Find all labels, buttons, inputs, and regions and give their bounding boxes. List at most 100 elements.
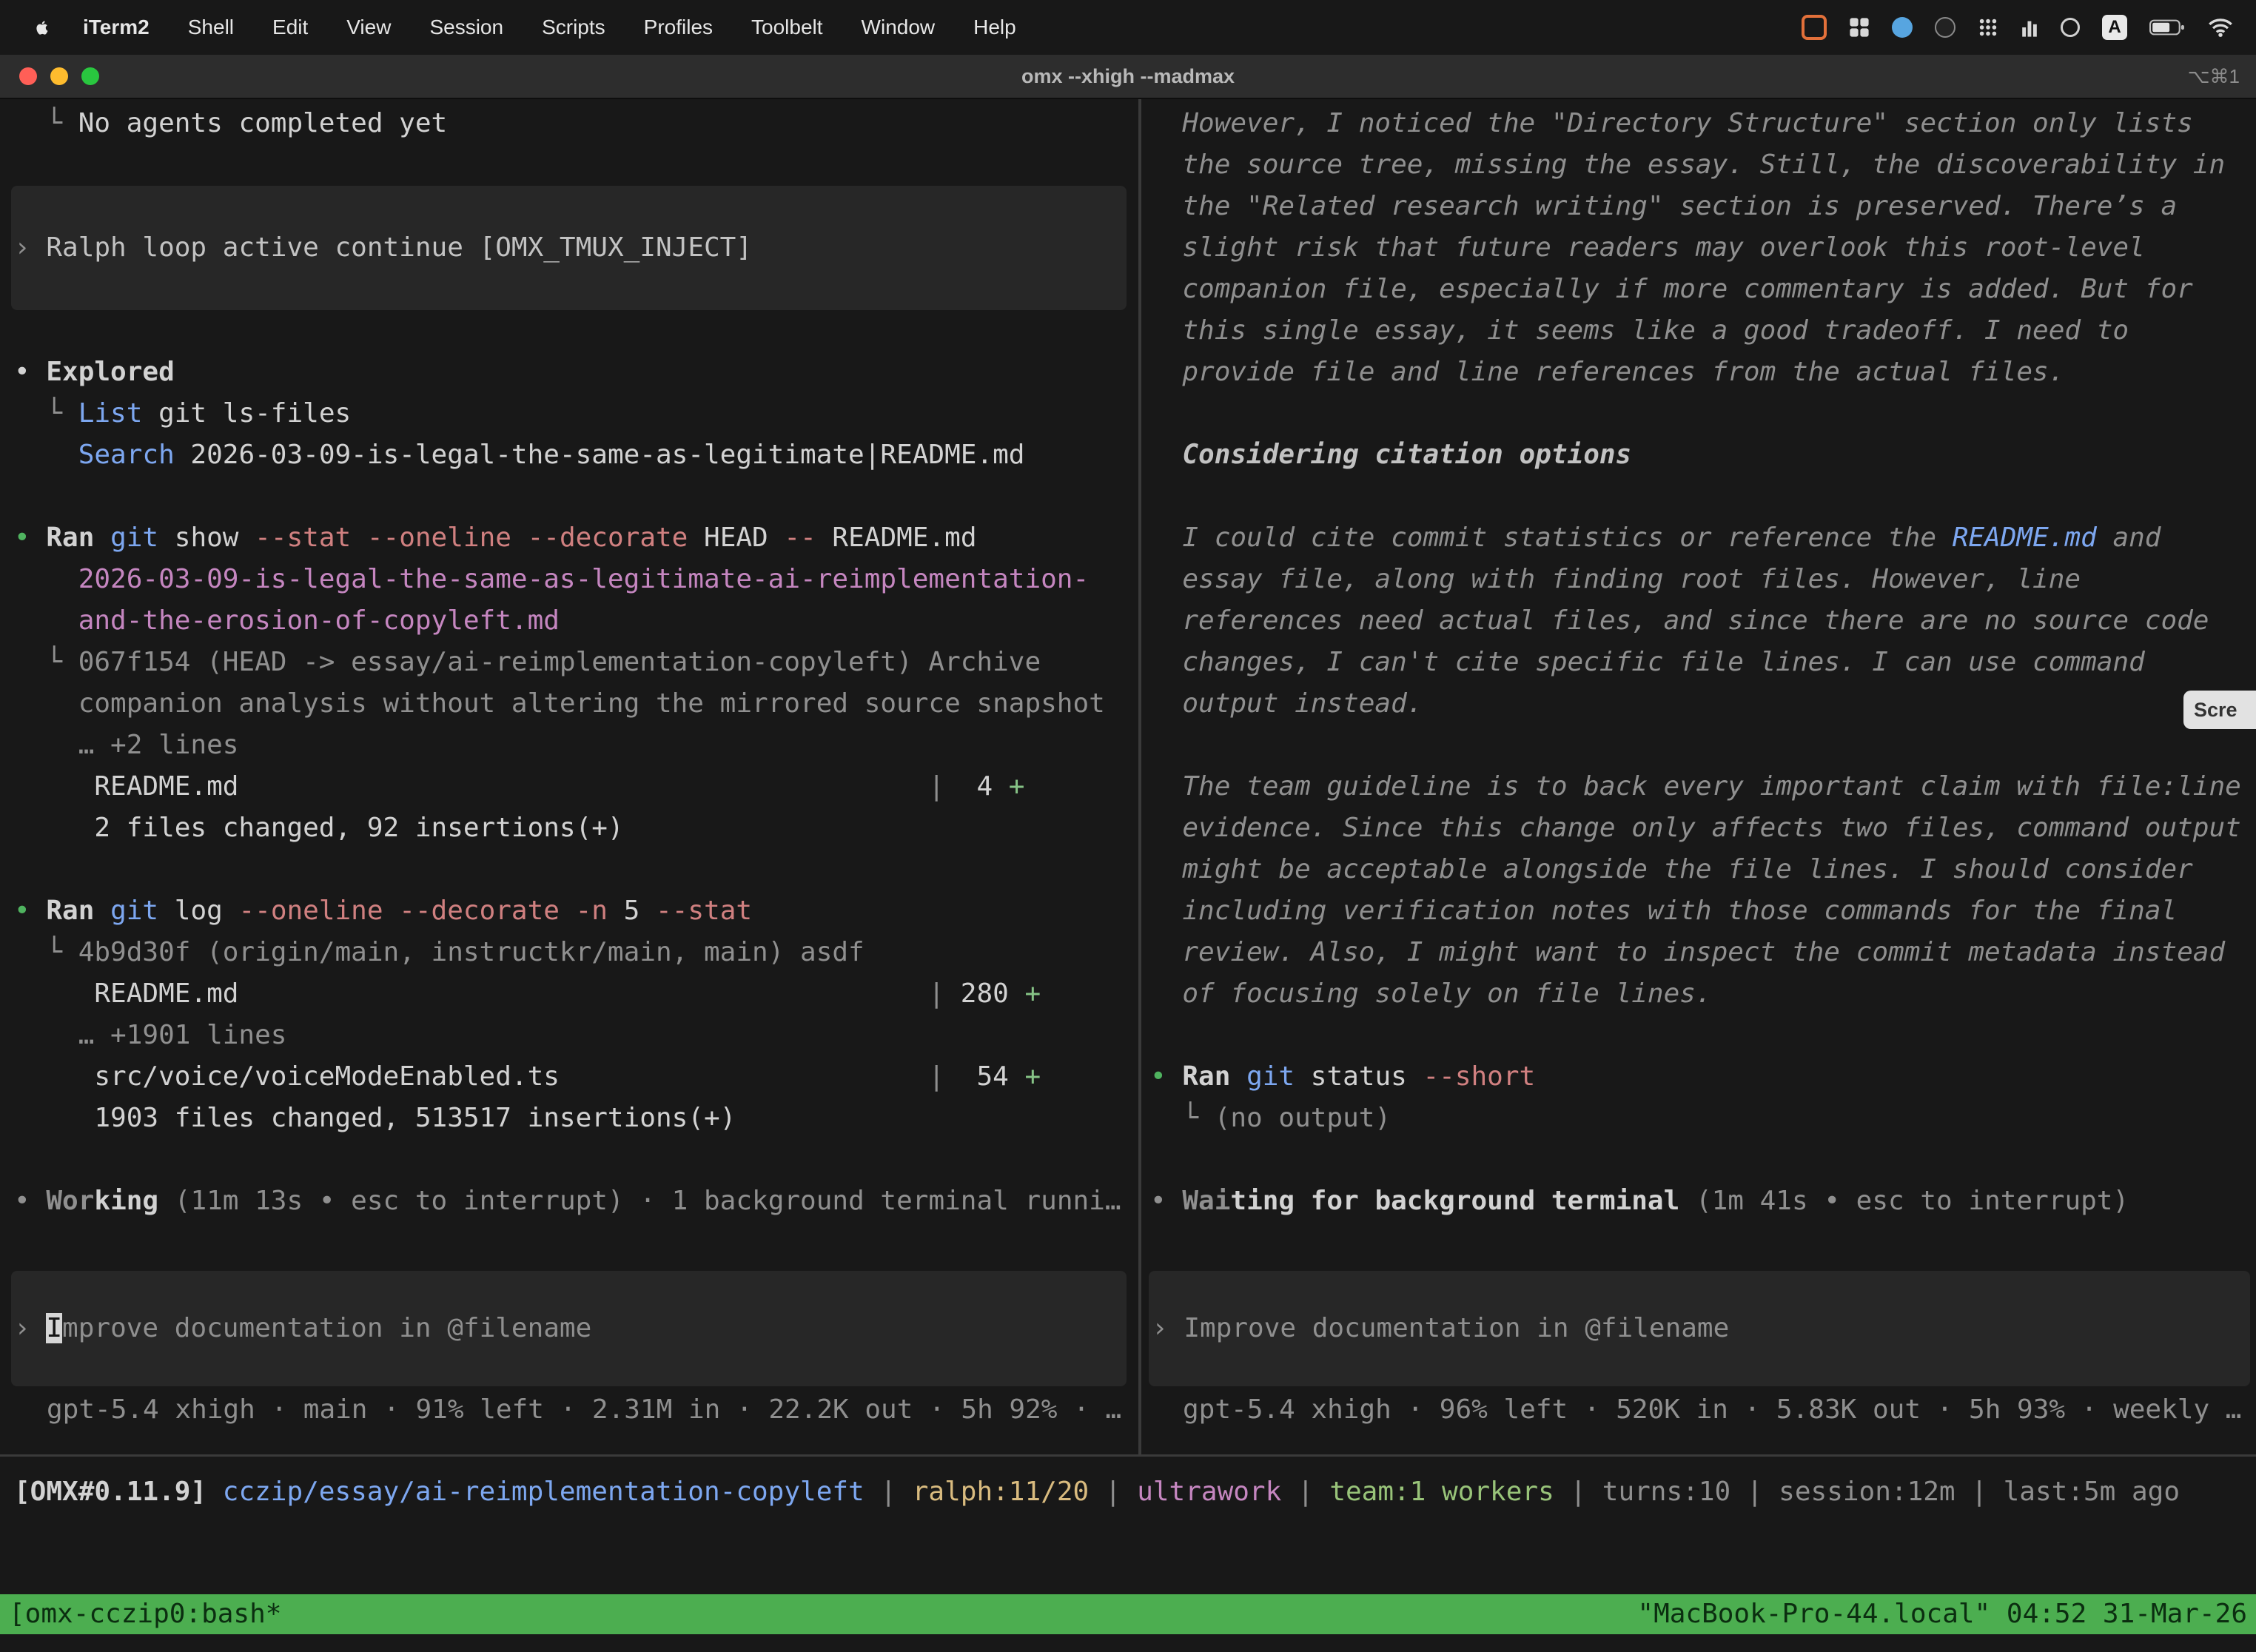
menu-iterm2[interactable]: iTerm2 [83,16,150,39]
left-prompt-box[interactable]: › Improve documentation in @filename [11,1271,1127,1386]
right-prompt-box[interactable]: › Improve documentation in @filename [1149,1271,2250,1386]
traffic-lights [19,55,99,98]
input-source-icon[interactable]: A [2102,15,2127,40]
terminal-line: references need actual files, and since … [1150,600,2256,642]
terminal: └ No agents completed yet › Ralph loop a… [0,99,2256,1652]
menu-profiles[interactable]: Profiles [644,16,713,39]
terminal-line: The team guideline is to back every impo… [1150,766,2256,807]
terminal-line: companion analysis without altering the … [14,683,1138,725]
terminal-line: • Waiting for background terminal (1m 41… [1150,1181,2256,1222]
terminal-line: • Explored [14,352,1138,393]
terminal-line: src/voice/voiceModeEnabled.ts | 54 + [14,1056,1138,1098]
app-menus: iTerm2 Shell Edit View Session Scripts Profile… [83,16,1016,39]
menu-bar: iTerm2 Shell Edit View Session Scripts Profile… [0,0,2256,55]
menu-scripts[interactable]: Scripts [542,16,605,39]
terminal-line: the source tree, missing the essay. Stil… [1150,144,2256,186]
close-button[interactable] [19,67,37,85]
terminal-line: review. Also, I might want to inspect th… [1150,932,2256,973]
left-pane-top-output: └ No agents completed yet [14,103,1138,144]
terminal-line [1150,476,2256,517]
terminal-line [1150,725,2256,766]
left-pane-output: • Explored └ List git ls-files Search 20… [14,352,1138,1222]
menu-edit[interactable]: Edit [272,16,308,39]
terminal-line [1150,1015,2256,1056]
battery-icon[interactable] [2149,18,2185,37]
terminal-line: might be acceptable alongside the file l… [1150,849,2256,890]
terminal-line: README.md | 280 + [14,973,1138,1015]
zoom-button[interactable] [81,67,99,85]
omx-status-line: [OMX#0.11.9] cczip/essay/ai-reimplementa… [14,1471,2256,1513]
terminal-line [1150,393,2256,434]
menu-session[interactable]: Session [429,16,503,39]
terminal-line [14,1139,1138,1181]
screen-recording-icon[interactable] [1802,15,1827,40]
terminal-line: 1903 files changed, 513517 insertions(+) [14,1098,1138,1139]
menu-toolbelt[interactable]: Toolbelt [751,16,823,39]
terminal-line: README.md | 4 + [14,766,1138,807]
menu-status-icons: A [1802,15,2234,40]
window-shortcut-badge: ⌥⌘1 [2188,65,2240,88]
right-model-status-line: gpt-5.4 xhigh · 96% left · 520K in · 5.8… [1150,1389,2256,1431]
terminal-line: └ 4b9d30f (origin/main, instructkr/main,… [14,932,1138,973]
menu-shell[interactable]: Shell [188,16,234,39]
terminal-line: and-the-erosion-of-copyleft.md [14,600,1138,642]
left-pane[interactable]: └ No agents completed yet › Ralph loop a… [0,99,1138,1454]
window-title: omx --xhigh --madmax [1021,65,1235,88]
menu-window[interactable]: Window [862,16,936,39]
ralph-inject-message: › Ralph loop active continue [OMX_TMUX_I… [11,227,1127,269]
apple-menu-icon[interactable] [33,16,52,38]
terminal-line: • Ran git status --short [1150,1056,2256,1098]
app-icon-dark[interactable] [1935,17,1955,38]
terminal-line: └ (no output) [1150,1098,2256,1139]
terminal-line: … +1901 lines [14,1015,1138,1056]
app-icon-blue[interactable] [1892,17,1913,38]
dots-grid-icon[interactable] [1978,17,1998,38]
terminal-line: 2026-03-09-is-legal-the-same-as-legitima… [14,559,1138,600]
terminal-line: including verification notes with those … [1150,890,2256,932]
terminal-line [1150,1139,2256,1181]
terminal-line: However, I noticed the "Directory Struct… [1150,103,2256,144]
right-pane-output: However, I noticed the "Directory Struct… [1150,103,2256,1222]
terminal-line [14,476,1138,517]
terminal-line: output instead. [1150,683,2256,725]
wifi-icon[interactable] [2207,17,2234,38]
terminal-line: Search 2026-03-09-is-legal-the-same-as-l… [14,434,1138,476]
ralph-inject-box: › Ralph loop active continue [OMX_TMUX_I… [11,186,1127,310]
terminal-line: of focusing solely on file lines. [1150,973,2256,1015]
terminal-line: 2 files changed, 92 insertions(+) [14,807,1138,849]
tmux-host-clock: "MacBook-Pro-44.local" 04:52 31-Mar-26 [1637,1594,2247,1634]
terminal-line: Considering citation options [1150,434,2256,476]
tmux-session-label: [omx-cczip0:bash* [9,1594,281,1634]
menu-view[interactable]: View [346,16,391,39]
terminal-line: this single essay, it seems like a good … [1150,310,2256,352]
right-prompt-input[interactable]: › Improve documentation in @filename [1149,1308,2250,1349]
terminal-line: • Ran git show --stat --oneline --decora… [14,517,1138,559]
terminal-line: companion file, especially if more comme… [1150,269,2256,310]
right-pane[interactable]: However, I noticed the "Directory Struct… [1141,99,2256,1454]
terminal-line: changes, I can't cite specific file line… [1150,642,2256,683]
window-grid-icon[interactable] [1849,17,1870,38]
screen-share-notification[interactable]: Scre [2183,691,2256,729]
terminal-line: I could cite commit statistics or refere… [1150,517,2256,559]
left-model-status-line: gpt-5.4 xhigh · main · 91% left · 2.31M … [14,1389,1138,1431]
gauge-icon[interactable] [2061,18,2080,37]
terminal-line: slight risk that future readers may over… [1150,227,2256,269]
terminal-line: the "Related research writing" section i… [1150,186,2256,227]
terminal-line: └ List git ls-files [14,393,1138,434]
terminal-line [14,849,1138,890]
minimize-button[interactable] [50,67,68,85]
pane-bottom-border [0,1454,2256,1457]
terminal-line: provide file and line references from th… [1150,352,2256,393]
menu-help[interactable]: Help [973,16,1016,39]
terminal-line: └ No agents completed yet [14,103,1138,144]
terminal-line: … +2 lines [14,725,1138,766]
left-prompt-input[interactable]: › Improve documentation in @filename [11,1308,1127,1349]
terminal-line: └ 067f154 (HEAD -> essay/ai-reimplementa… [14,642,1138,683]
terminal-line: essay file, along with finding root file… [1150,559,2256,600]
stats-icon[interactable] [2021,17,2038,38]
window-title-bar: omx --xhigh --madmax ⌥⌘1 [0,55,2256,99]
terminal-line: evidence. Since this change only affects… [1150,807,2256,849]
tmux-status-bar: [omx-cczip0:bash* "MacBook-Pro-44.local"… [0,1594,2256,1634]
terminal-line: • Ran git log --oneline --decorate -n 5 … [14,890,1138,932]
terminal-line: • Working (11m 13s • esc to interrupt) ·… [14,1181,1138,1222]
